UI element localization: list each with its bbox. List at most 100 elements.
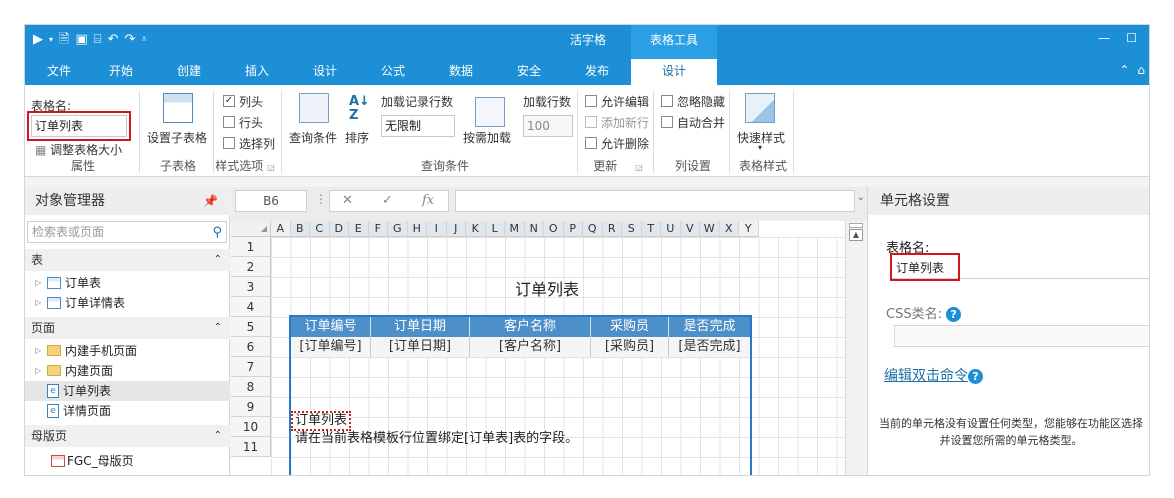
column-header[interactable]: J xyxy=(446,221,466,237)
load-on-demand-button[interactable]: 按需加载 xyxy=(463,129,511,146)
help-icon[interactable]: ? xyxy=(968,369,983,384)
add-row-checkbox[interactable] xyxy=(585,116,597,128)
chevron-up-icon[interactable]: ⌃ xyxy=(214,249,222,271)
minimize-button[interactable]: — xyxy=(1098,31,1110,45)
function-icon[interactable]: fx xyxy=(422,193,434,208)
tree-item-table[interactable]: ▷ 订单详情表 xyxy=(25,293,230,313)
tab-file[interactable]: 文件 xyxy=(29,59,89,85)
column-header[interactable]: S xyxy=(622,221,642,237)
column-header[interactable]: D xyxy=(329,221,349,237)
column-header[interactable]: I xyxy=(427,221,447,237)
spreadsheet-grid[interactable]: ◢ ABCDEFGHIJKLMNOPQRSTUVWXY 1 2 3 4 5 6 7 8 9 10 1… xyxy=(231,221,845,475)
tree-item-master[interactable]: FGC_母版页 xyxy=(25,451,230,471)
auto-merge-checkbox[interactable] xyxy=(661,116,673,128)
column-header[interactable]: O xyxy=(544,221,564,237)
row-header-checkbox[interactable] xyxy=(223,116,235,128)
row-header[interactable]: 6 xyxy=(231,337,271,357)
column-header[interactable]: U xyxy=(661,221,681,237)
sort-button[interactable]: 排序 xyxy=(345,129,369,146)
row-header[interactable]: 11 xyxy=(231,437,271,457)
select-column-checkbox[interactable] xyxy=(223,137,235,149)
collapse-ribbon-icon[interactable]: ⌃ xyxy=(1119,63,1129,77)
tree-item-table[interactable]: ▷ 订单表 xyxy=(25,273,230,293)
tab-security[interactable]: 安全 xyxy=(499,59,559,85)
tab-home[interactable]: 开始 xyxy=(91,59,151,85)
adjust-size-button[interactable]: ▦ 调整表格大小 xyxy=(35,141,122,158)
column-header[interactable]: W xyxy=(700,221,720,237)
expand-arrow-icon[interactable]: ▷ xyxy=(35,273,41,293)
formula-input[interactable] xyxy=(455,190,855,212)
section-tables[interactable]: 表 ⌃ xyxy=(25,249,230,271)
column-header[interactable]: R xyxy=(602,221,622,237)
section-pages[interactable]: 页面 ⌃ xyxy=(25,317,230,339)
edit-dblclick-command-link[interactable]: 编辑双击命令? xyxy=(884,365,983,385)
row-header[interactable]: 5 xyxy=(231,317,271,337)
object-search-input[interactable]: 检索表或页面 ⚲ xyxy=(27,221,227,243)
expand-arrow-icon[interactable]: ▷ xyxy=(35,361,41,381)
column-header[interactable]: P xyxy=(563,221,583,237)
column-header[interactable]: N xyxy=(524,221,544,237)
chevron-up-icon[interactable]: ⌃ xyxy=(214,317,222,339)
tab-create[interactable]: 创建 xyxy=(159,59,219,85)
row-header[interactable]: 3 xyxy=(231,277,271,297)
row-header[interactable]: 7 xyxy=(231,357,271,377)
pin-icon[interactable]: 📌 xyxy=(203,187,218,215)
column-header[interactable]: Q xyxy=(583,221,603,237)
column-header[interactable]: L xyxy=(485,221,505,237)
query-condition-button[interactable]: 查询条件 xyxy=(289,129,337,146)
row-header[interactable]: 2 xyxy=(231,257,271,277)
expand-arrow-icon[interactable]: ▷ xyxy=(35,293,41,313)
section-masters[interactable]: 母版页 ⌃ xyxy=(25,425,230,447)
allow-delete-checkbox[interactable] xyxy=(585,137,597,149)
ignore-hidden-checkbox[interactable] xyxy=(661,95,673,107)
expand-formula-icon[interactable]: ⌄ xyxy=(857,192,865,203)
column-header[interactable]: B xyxy=(290,221,310,237)
column-header-checkbox[interactable]: ✓ xyxy=(223,95,235,107)
quick-style-dropdown-icon[interactable]: ▾ xyxy=(758,143,762,152)
allow-edit-checkbox[interactable] xyxy=(585,95,597,107)
vertical-scrollbar[interactable]: ▲ xyxy=(845,221,865,475)
chevron-up-icon[interactable]: ⌃ xyxy=(214,425,222,447)
confirm-icon[interactable]: ✓ xyxy=(382,193,393,208)
scroll-up-icon[interactable]: ▲ xyxy=(849,229,863,241)
row-header[interactable]: 4 xyxy=(231,297,271,317)
tab-table-design[interactable]: 设计 xyxy=(631,59,717,85)
table-title-cell[interactable]: 订单列表 xyxy=(467,276,627,300)
tree-item-page[interactable]: e 详情页面 xyxy=(25,401,230,421)
tab-publish[interactable]: 发布 xyxy=(567,59,627,85)
tree-item-folder[interactable]: ▷ 内建手机页面 xyxy=(25,341,230,361)
row-header[interactable]: 1 xyxy=(231,237,271,257)
cell-reference-box[interactable]: B6 xyxy=(235,190,307,212)
tab-formula[interactable]: 公式 xyxy=(363,59,423,85)
scrollbar-thumb[interactable] xyxy=(849,223,863,228)
row-header[interactable]: 10 xyxy=(231,417,271,437)
search-icon[interactable]: ⚲ xyxy=(212,223,222,243)
subtable-button[interactable]: 设置子表格 xyxy=(147,129,207,146)
column-header[interactable]: H xyxy=(407,221,427,237)
home-icon[interactable]: ⌂ xyxy=(1137,63,1145,77)
table-selection-border[interactable] xyxy=(289,315,752,475)
load-rows-input[interactable]: 100 xyxy=(523,115,573,137)
column-header[interactable]: F xyxy=(368,221,388,237)
tab-data[interactable]: 数据 xyxy=(431,59,491,85)
row-header[interactable]: 9 xyxy=(231,397,271,417)
tree-item-page-selected[interactable]: e 订单列表 xyxy=(25,381,230,401)
tab-insert[interactable]: 插入 xyxy=(227,59,287,85)
row-header[interactable]: 8 xyxy=(231,377,271,397)
maximize-button[interactable]: ☐ xyxy=(1126,31,1137,45)
column-header[interactable]: E xyxy=(349,221,369,237)
column-header[interactable]: X xyxy=(719,221,739,237)
load-records-select[interactable]: 无限制 xyxy=(381,115,455,137)
expand-arrow-icon[interactable]: ▷ xyxy=(35,341,41,361)
column-header[interactable]: T xyxy=(641,221,661,237)
tree-item-folder[interactable]: ▷ 内建页面 xyxy=(25,361,230,381)
column-header[interactable]: M xyxy=(505,221,525,237)
help-icon[interactable]: ? xyxy=(946,307,962,322)
column-header[interactable]: K xyxy=(466,221,486,237)
column-header[interactable]: A xyxy=(271,221,291,237)
column-header[interactable]: G xyxy=(388,221,408,237)
cancel-icon[interactable]: ✕ xyxy=(342,193,353,208)
column-header[interactable]: Y xyxy=(739,221,759,237)
formula-drag-handle[interactable]: ⋮ xyxy=(315,192,327,206)
select-all-corner[interactable]: ◢ xyxy=(231,221,271,237)
